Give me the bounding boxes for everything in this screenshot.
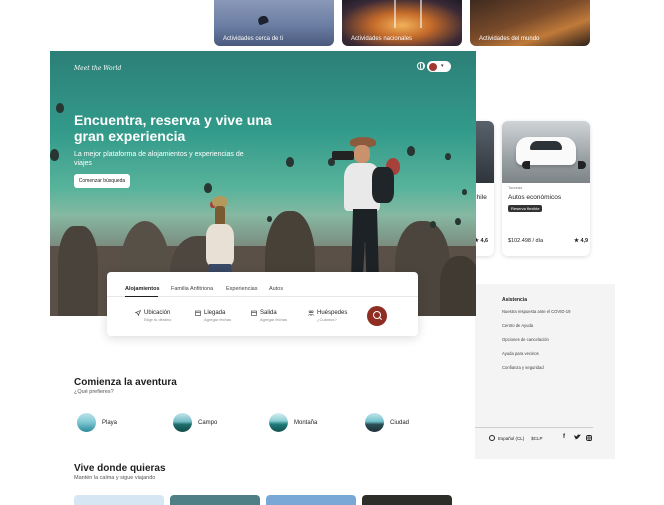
- chevron-down-icon: ▾: [441, 63, 444, 69]
- guests-field[interactable]: Huéspedes ¿Cuántos?: [308, 310, 347, 322]
- tab-autos[interactable]: Autos: [269, 286, 283, 292]
- activity-label: Actividades del mundo: [479, 36, 540, 42]
- destination-image[interactable]: [74, 495, 164, 505]
- globe-icon: [489, 435, 495, 441]
- footer-link[interactable]: Opciones de cancelación: [502, 337, 549, 342]
- instagram-icon[interactable]: [586, 435, 592, 443]
- location-arrow-icon: [135, 310, 141, 316]
- activity-label: Actividades nacionales: [351, 36, 413, 42]
- language-selector[interactable]: Español (CL) $CLP: [489, 435, 543, 441]
- hot-air-balloon: [455, 218, 461, 225]
- hero-title: Encuentra, reserva y vive una gran exper…: [74, 112, 272, 144]
- guests-icon: [308, 310, 314, 316]
- footer-link[interactable]: Confianza y seguridad: [502, 365, 544, 370]
- category-label: Ciudad: [390, 419, 410, 426]
- hot-air-balloon: [286, 157, 294, 167]
- hero-subtitle: La mejor plataforma de alojamientos y ex…: [74, 151, 244, 167]
- field-title: Llegada: [204, 310, 226, 316]
- listing-title: Autos económicos: [508, 194, 562, 201]
- mountain-thumbnail: [269, 413, 288, 432]
- tab-alojamientos[interactable]: Alojamientos: [125, 286, 160, 292]
- footer-link[interactable]: Nuestra respuesta ante el COVID-19: [502, 309, 570, 314]
- globe-icon[interactable]: [417, 62, 425, 70]
- listing-rating: ★ 4,9: [574, 238, 589, 244]
- field-placeholder: Agregar fechas: [204, 317, 232, 322]
- category-label: Campo: [198, 419, 218, 426]
- field-title: Salida: [260, 310, 277, 316]
- section-subtitle: ¿Qué prefieres?: [74, 389, 114, 395]
- flexible-badge: Reserva flexible: [508, 205, 543, 212]
- footer-link[interactable]: Ayuda para vecinos: [502, 351, 539, 356]
- destination-image[interactable]: [362, 495, 452, 505]
- listing-tag: Toureas: [508, 185, 523, 190]
- listing-rating: ★ 4,6: [474, 238, 489, 244]
- hot-air-balloon: [204, 183, 212, 193]
- hot-air-balloon: [56, 103, 64, 113]
- category-label: Montaña: [294, 419, 318, 426]
- paraglider-figure: [256, 14, 270, 26]
- search-panel: Alojamientos Familia Anfitriona Experien…: [107, 272, 418, 336]
- field-title: Huéspedes: [317, 310, 348, 316]
- language-label: Español (CL): [498, 435, 525, 441]
- activity-label: Actividades cerca de ti: [223, 36, 284, 42]
- avatar: [429, 62, 437, 71]
- activity-card-national[interactable]: Actividades nacionales: [342, 0, 462, 46]
- hot-air-balloon: [445, 153, 451, 160]
- hot-air-balloon: [430, 221, 436, 228]
- tab-familia-anfitriona[interactable]: Familia Anfitriona: [171, 286, 213, 292]
- account-menu-button[interactable]: ▾: [427, 61, 451, 72]
- category-mountain[interactable]: Montaña: [269, 413, 317, 432]
- tab-experiencias[interactable]: Experiencias: [226, 286, 258, 292]
- listing-image: [502, 121, 590, 183]
- calendar-icon: [195, 310, 201, 316]
- glass-decoration: [394, 0, 396, 28]
- beach-thumbnail: [77, 413, 96, 432]
- active-tab-indicator: [125, 296, 158, 297]
- activity-card-world[interactable]: Actividades del mundo: [470, 0, 590, 46]
- section-title: Comienza la aventura: [74, 377, 177, 388]
- destination-image[interactable]: [170, 495, 260, 505]
- category-label: Playa: [102, 419, 118, 426]
- facebook-icon[interactable]: f: [563, 434, 565, 440]
- activity-card-nearby[interactable]: Actividades cerca de ti: [214, 0, 334, 46]
- footer-heading: Asistencia: [502, 297, 528, 303]
- check-out-field[interactable]: Salida Agregar fechas: [251, 310, 287, 322]
- listing-card-cars[interactable]: Toureas Autos económicos Reserva flexibl…: [502, 121, 590, 256]
- city-thumbnail: [365, 413, 384, 432]
- hot-air-balloon: [407, 146, 415, 156]
- field-placeholder: ¿Cuántos?: [317, 317, 337, 322]
- hot-air-balloon: [462, 189, 467, 195]
- destination-image[interactable]: [266, 495, 356, 505]
- currency-label: $CLP: [531, 435, 543, 441]
- calendar-icon: [251, 310, 257, 316]
- footer-link[interactable]: Centro de Ayuda: [502, 323, 533, 328]
- hot-air-balloon: [267, 216, 272, 222]
- brand-logo[interactable]: Meet the World: [74, 65, 121, 72]
- category-city[interactable]: Ciudad: [365, 413, 409, 432]
- rock-formation: [58, 226, 98, 316]
- listing-price: $102.498 / día: [508, 238, 544, 244]
- car-figure: [516, 137, 586, 169]
- category-beach[interactable]: Playa: [77, 413, 117, 432]
- section-subtitle: Mantén la calma y sigue viajando: [74, 475, 156, 481]
- twitter-icon[interactable]: [574, 434, 581, 442]
- hot-air-balloon: [50, 149, 59, 161]
- check-in-field[interactable]: Llegada Agregar fechas: [195, 310, 231, 322]
- rock-formation: [440, 256, 476, 316]
- glass-decoration: [420, 0, 422, 28]
- location-field[interactable]: Ubicación Elige tu destino: [135, 310, 171, 322]
- footer-assistance-panel: Asistencia Nuestra respuesta ante el COV…: [475, 284, 615, 459]
- search-button[interactable]: [367, 306, 387, 326]
- start-search-button[interactable]: Comenzar búsqueda: [74, 174, 130, 188]
- section-title: Vive donde quieras: [74, 463, 166, 474]
- countryside-thumbnail: [173, 413, 192, 432]
- category-countryside[interactable]: Campo: [173, 413, 217, 432]
- field-placeholder: Agregar fechas: [260, 317, 288, 322]
- footer-divider: [475, 427, 593, 428]
- field-title: Ubicación: [144, 310, 171, 316]
- field-placeholder: Elige tu destino: [144, 317, 172, 322]
